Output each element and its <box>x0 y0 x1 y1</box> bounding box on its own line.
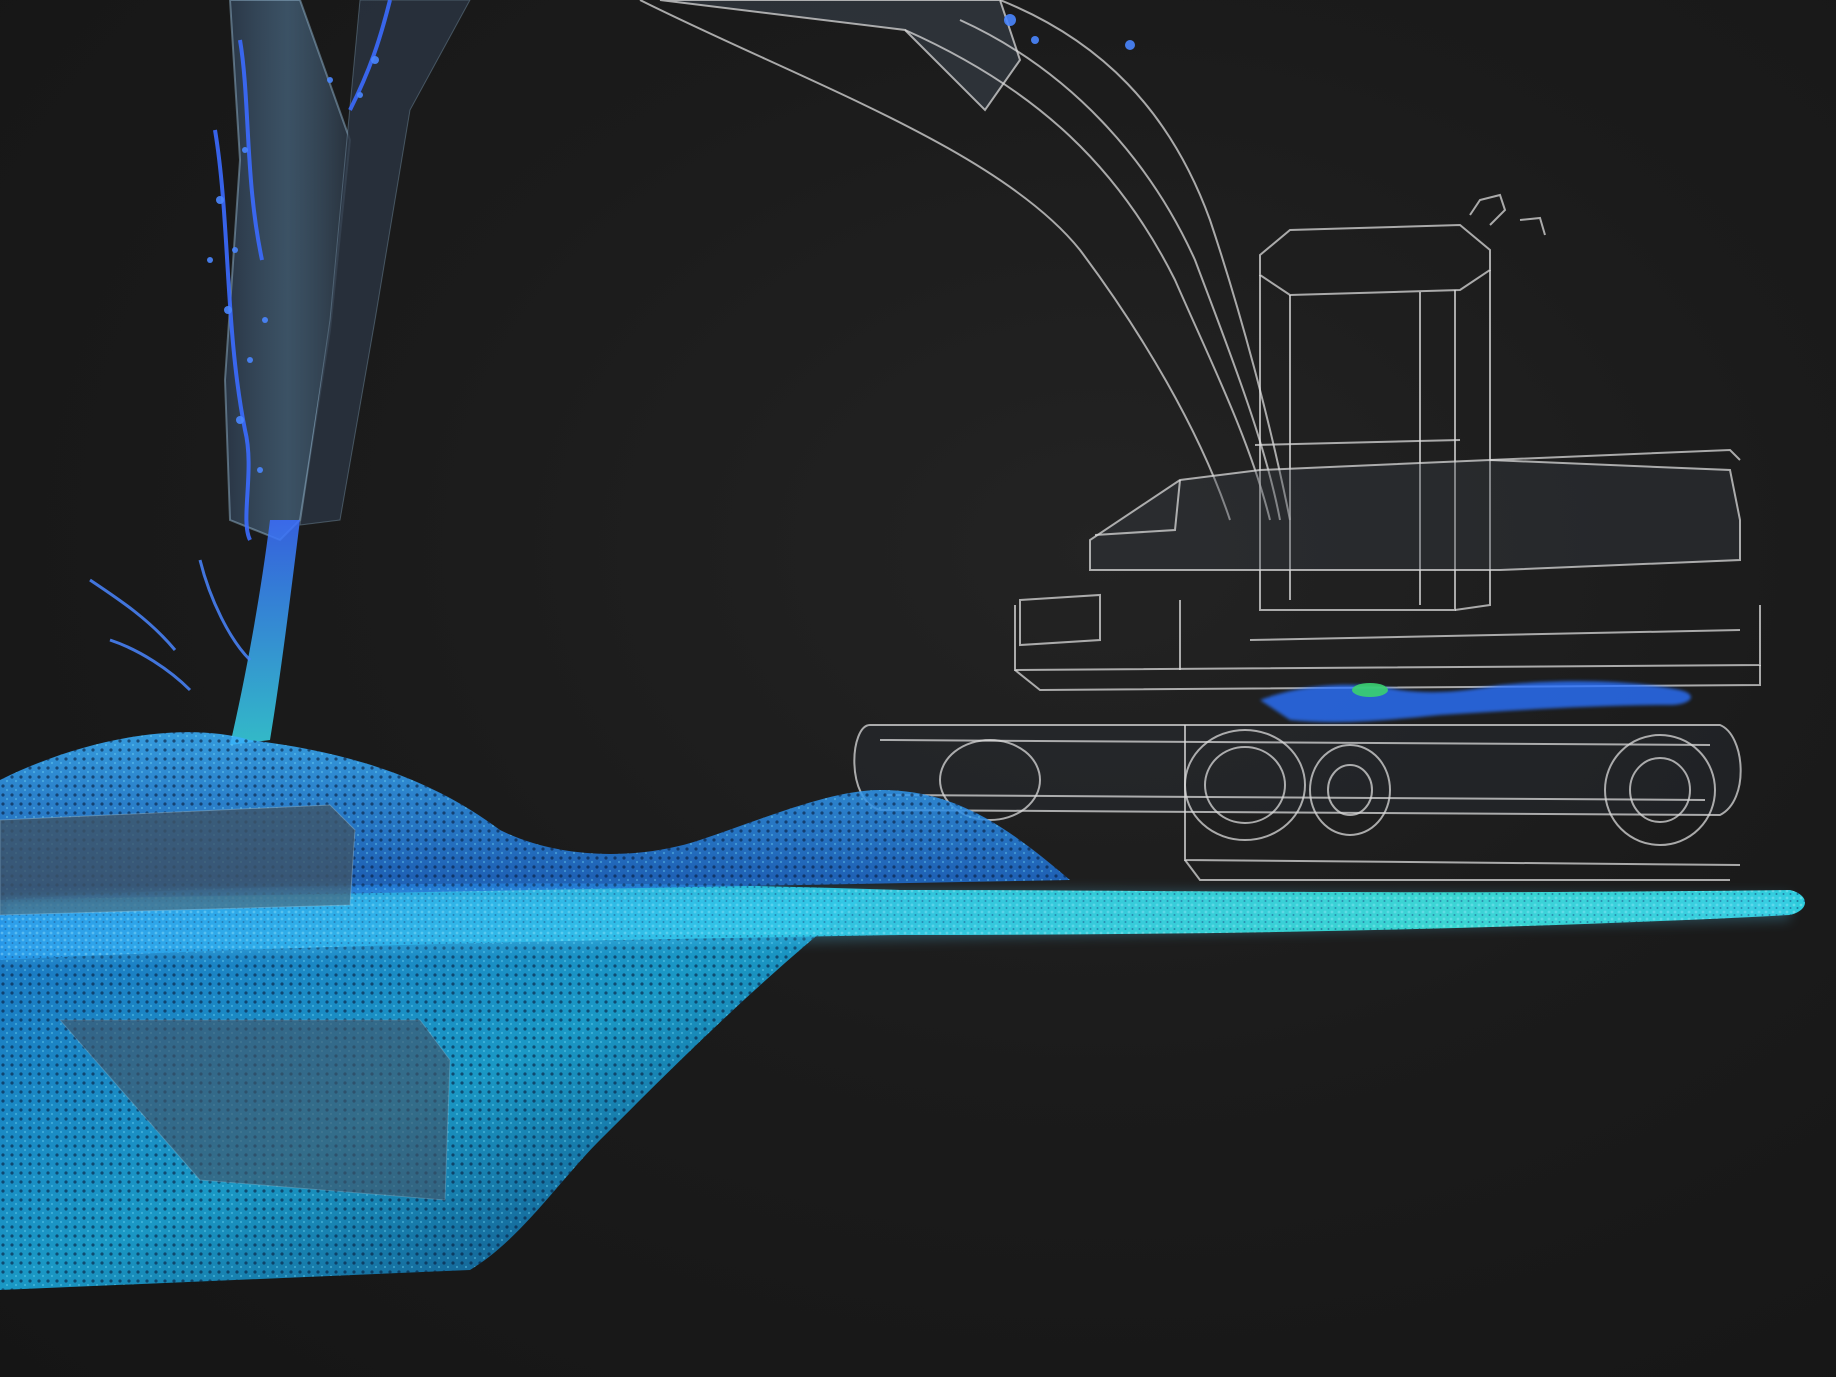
excavator-upper-body <box>1014 448 1761 692</box>
scene-glow <box>0 888 1790 960</box>
lidar-excavator-scene <box>0 0 1836 1377</box>
green-highlight-marker <box>1352 683 1388 697</box>
excavator-arm <box>639 0 1231 521</box>
excavator-wireframe <box>639 0 1761 881</box>
falling-particle-stream <box>207 0 1135 745</box>
scene-canvas <box>0 0 1805 1290</box>
